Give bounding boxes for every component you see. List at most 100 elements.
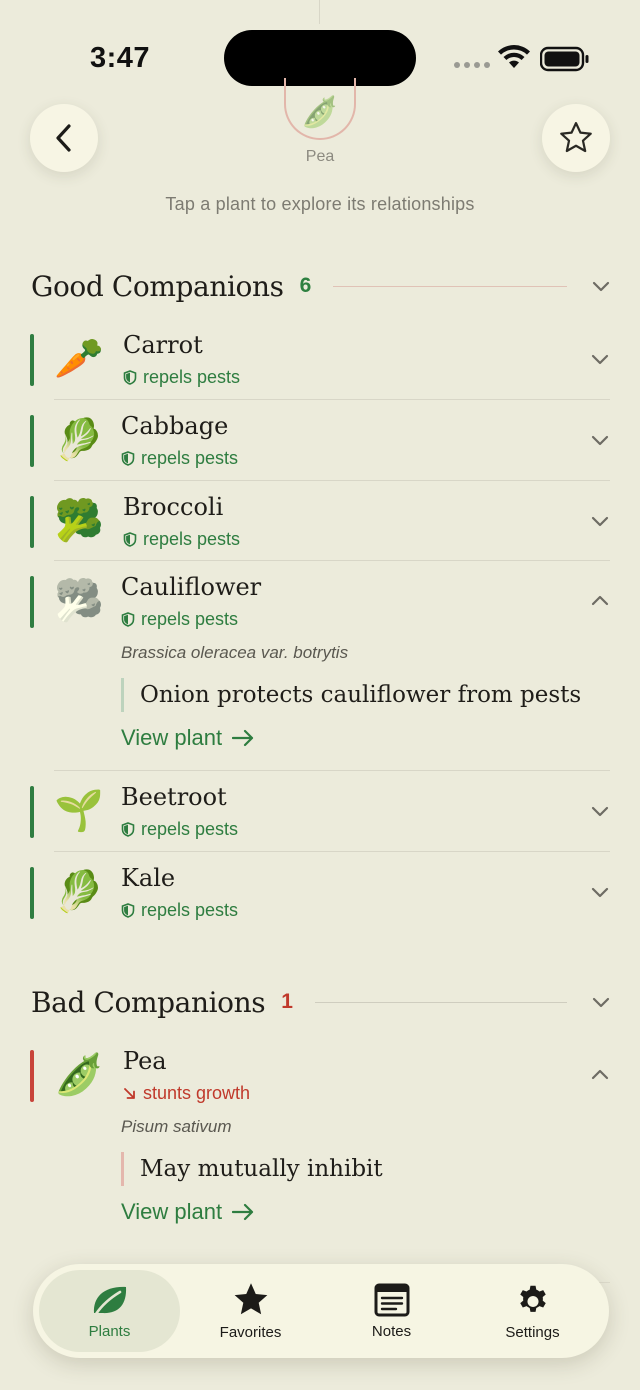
hub-plant-node[interactable]: 🫛 xyxy=(284,78,356,140)
carrot-icon: 🥕 xyxy=(54,336,104,382)
tab-settings[interactable]: Settings xyxy=(462,1270,603,1352)
broccoli-icon: 🥦 xyxy=(54,498,104,544)
back-button[interactable] xyxy=(30,104,98,172)
chevron-left-icon xyxy=(56,124,71,152)
gear-icon xyxy=(519,1285,546,1312)
section-title: Good Companions xyxy=(31,269,284,303)
leaf-icon xyxy=(93,1286,126,1315)
cellular-signal-icon xyxy=(454,62,490,68)
shield-icon xyxy=(123,532,137,547)
good-accent-bar xyxy=(30,496,34,548)
star-icon xyxy=(234,1282,267,1314)
relation-tag: repels pests xyxy=(123,367,240,388)
relation-tag: repels pests xyxy=(121,900,238,921)
shield-icon xyxy=(121,903,135,918)
companion-row-broccoli[interactable]: 🥦 Broccoli repels pests xyxy=(0,481,640,561)
arrow-down-right-icon xyxy=(124,1087,135,1099)
chevron-down-icon[interactable] xyxy=(590,882,610,902)
bad-accent-bar xyxy=(30,1050,34,1102)
relation-tag: repels pests xyxy=(121,448,238,469)
star-outline-icon xyxy=(560,122,592,153)
top-divider-tick xyxy=(319,0,320,24)
kale-icon: 🥬 xyxy=(54,869,104,915)
relation-label: repels pests xyxy=(143,529,241,549)
relationship-hint: Tap a plant to explore its relationships xyxy=(165,194,475,214)
good-accent-bar xyxy=(30,334,34,386)
shield-icon xyxy=(121,451,135,466)
plant-name: Beetroot xyxy=(121,783,227,811)
section-divider xyxy=(314,1001,567,1003)
good-accent-bar xyxy=(30,786,34,838)
companion-note: Onion protects cauliflower from pests xyxy=(121,678,581,712)
battery-icon xyxy=(540,46,589,72)
cabbage-icon: 🥬 xyxy=(54,417,104,463)
section-count: 6 xyxy=(299,274,312,297)
shield-icon xyxy=(123,370,137,385)
companion-row-cauliflower[interactable]: 🥦 Cauliflower repels pests Brassica oler… xyxy=(0,561,640,771)
view-plant-link[interactable]: View plant xyxy=(121,1199,254,1225)
scientific-name: Brassica oleracea var. botrytis xyxy=(121,643,349,662)
tab-plants[interactable]: Plants xyxy=(39,1270,180,1352)
section-title: Bad Companions xyxy=(31,985,266,1019)
good-companions-header[interactable]: Good Companions 6 xyxy=(31,266,611,306)
relation-label: repels pests xyxy=(141,819,239,839)
hub-plant-label: Pea xyxy=(305,148,335,165)
good-accent-bar xyxy=(30,576,34,628)
relation-label: stunts growth xyxy=(143,1083,251,1103)
cauliflower-icon: 🥦 xyxy=(54,578,104,624)
companion-note: May mutually inhibit xyxy=(121,1152,383,1186)
relation-label: repels pests xyxy=(141,609,239,629)
companion-row-kale[interactable]: 🥬 Kale repels pests xyxy=(0,852,640,933)
favorite-button[interactable] xyxy=(542,104,610,172)
tab-label: Notes xyxy=(371,1322,412,1340)
chevron-up-icon[interactable] xyxy=(590,1065,610,1085)
status-time: 3:47 xyxy=(90,42,151,74)
chevron-down-icon[interactable] xyxy=(590,801,610,821)
good-accent-bar xyxy=(30,415,34,467)
tab-favorites[interactable]: Favorites xyxy=(180,1270,321,1352)
section-count: 1 xyxy=(281,990,293,1013)
good-accent-bar xyxy=(30,867,34,919)
hub-plant-emoji: 🫛 xyxy=(301,95,339,130)
relation-tag: repels pests xyxy=(121,609,238,630)
chevron-down-icon xyxy=(592,997,610,1008)
view-plant-link[interactable]: View plant xyxy=(121,725,254,751)
companion-row-beetroot[interactable]: 🌱 Beetroot repels pests xyxy=(0,771,640,852)
arrow-right-icon xyxy=(232,1203,254,1221)
companion-row-carrot[interactable]: 🥕 Carrot repels pests xyxy=(0,319,640,400)
companion-row-pea[interactable]: 🫛 Pea stunts growth Pisum sativum May mu… xyxy=(0,1035,640,1245)
relation-label: repels pests xyxy=(141,448,239,468)
scientific-name: Pisum sativum xyxy=(121,1117,232,1136)
view-plant-label: View plant xyxy=(121,1199,223,1224)
relation-label: repels pests xyxy=(143,367,241,387)
shield-icon xyxy=(121,612,135,627)
companion-row-cabbage[interactable]: 🥬 Cabbage repels pests xyxy=(0,400,640,481)
plant-name: Kale xyxy=(121,864,176,892)
plant-name: Cabbage xyxy=(121,412,229,440)
chevron-up-icon[interactable] xyxy=(590,591,610,611)
arrow-right-icon xyxy=(232,729,254,747)
relation-label: repels pests xyxy=(141,900,239,920)
tab-notes[interactable]: Notes xyxy=(321,1270,462,1352)
plant-name: Broccoli xyxy=(123,493,224,521)
wifi-icon xyxy=(498,45,530,68)
pea-icon: 🫛 xyxy=(54,1052,104,1098)
plant-name: Cauliflower xyxy=(121,573,262,601)
relation-tag: stunts growth xyxy=(123,1083,250,1104)
plant-name: Pea xyxy=(123,1047,167,1075)
chevron-down-icon[interactable] xyxy=(590,349,610,369)
relation-tag: repels pests xyxy=(123,529,240,550)
bad-companions-header[interactable]: Bad Companions 1 xyxy=(31,982,611,1022)
beetroot-icon: 🌱 xyxy=(54,788,104,834)
view-plant-label: View plant xyxy=(121,725,223,750)
tab-label: Settings xyxy=(505,1323,560,1341)
plant-name: Carrot xyxy=(123,331,203,359)
tab-bar: Plants Favorites Notes Settings xyxy=(33,1264,609,1358)
chevron-down-icon xyxy=(592,281,610,292)
chevron-down-icon[interactable] xyxy=(590,511,610,531)
tab-label: Favorites xyxy=(219,1323,282,1341)
shield-icon xyxy=(121,822,135,837)
tab-label: Plants xyxy=(88,1322,131,1340)
chevron-down-icon[interactable] xyxy=(590,430,610,450)
relation-tag: repels pests xyxy=(121,819,238,840)
